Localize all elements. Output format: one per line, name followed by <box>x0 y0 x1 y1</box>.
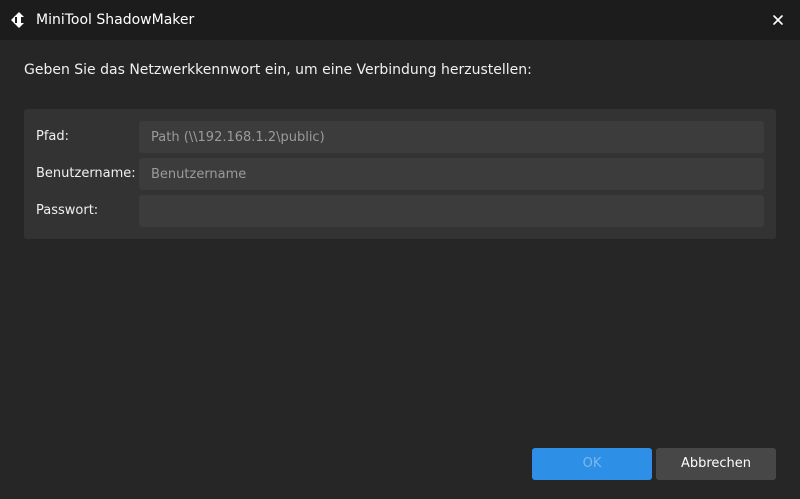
password-row: Passwort: <box>24 195 776 227</box>
dialog-instruction: Geben Sie das Netzwerkkennwort ein, um e… <box>24 62 532 78</box>
cancel-button[interactable]: Abbrechen <box>656 448 776 480</box>
username-input[interactable] <box>139 158 764 190</box>
password-input[interactable] <box>139 195 764 227</box>
username-label: Benutzername: <box>36 166 136 181</box>
dialog-window: MiniTool ShadowMaker Geben Sie das Netzw… <box>0 0 800 499</box>
ok-button[interactable]: OK <box>532 448 652 480</box>
minitool-logo-icon <box>10 11 28 29</box>
username-row: Benutzername: <box>24 158 776 190</box>
window-title: MiniTool ShadowMaker <box>36 12 195 28</box>
path-label: Pfad: <box>36 129 70 144</box>
path-input[interactable] <box>139 121 764 153</box>
close-icon[interactable] <box>764 6 792 34</box>
credentials-form: Pfad: Benutzername: Passwort: <box>24 109 776 239</box>
password-label: Passwort: <box>36 203 99 218</box>
title-bar[interactable]: MiniTool ShadowMaker <box>0 0 800 40</box>
path-row: Pfad: <box>24 121 776 153</box>
